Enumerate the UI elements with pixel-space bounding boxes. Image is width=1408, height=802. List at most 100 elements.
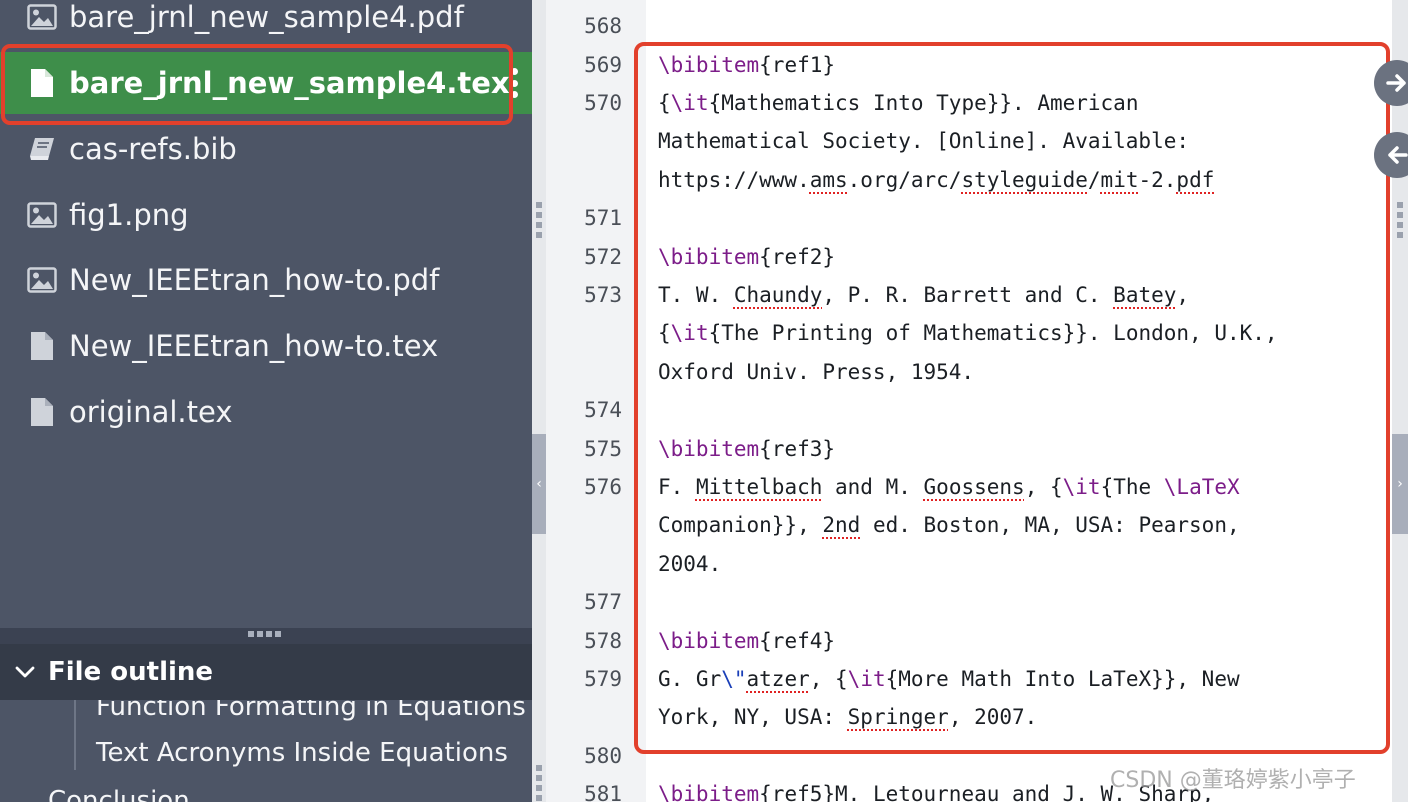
code-text: { [658,321,671,345]
file-label: bare_jrnl_new_sample4.pdf [69,0,464,34]
drag-handle-icon [536,765,542,801]
code-line: Oxford Univ. Press, 1954. [658,360,975,384]
file-item-ieeetran-pdf[interactable]: New_IEEEtran_how-to.pdf [0,249,532,311]
code-text: {More Math Into LaTeX}}, New [885,667,1240,691]
code-text: {Mathematics Into Type}}. American [708,91,1139,115]
code-line: York, NY, USA: Springer, 2007. [658,705,1037,729]
code-text: , P. R. Barrett and C. [822,283,1114,307]
file-item-ieeetran-tex[interactable]: New_IEEEtran_how-to.tex [0,315,532,377]
code-text: , { [1024,475,1063,499]
image-file-icon [27,200,57,230]
file-label: New_IEEEtran_how-to.tex [69,329,439,363]
line-number: 568 [584,14,622,38]
outline-item-conclusion[interactable]: Conclusion [48,786,190,802]
drag-handle-icon [248,631,284,637]
line-number: 579 [584,667,622,691]
drag-handle-icon [1397,202,1403,238]
file-item-original-tex[interactable]: original.tex [0,381,532,443]
latex-command: \bibitem [658,629,760,653]
code-text: {The [1100,475,1164,499]
code-text: {The Printing of Mathematics}}. London, … [708,321,1278,345]
code-text: {ref4} [759,629,836,653]
code-line: Mathematical Society. [Online]. Availabl… [658,129,1190,153]
spelling-error[interactable]: Batey [1113,283,1176,307]
file-label: cas-refs.bib [69,132,237,166]
code-text: https://www. [658,168,810,192]
document-file-icon [27,68,57,98]
line-number: 574 [584,398,622,422]
latex-command: \" [721,667,747,691]
code-text: , { [809,667,848,691]
drag-handle-icon [536,202,542,238]
code-line: F. Mittelbach and M. Goossens, {\it{The … [658,475,1240,499]
code-text: G. Gr [658,667,722,691]
file-outline-header[interactable]: File outline [0,644,532,700]
spelling-error[interactable]: mit [1101,168,1139,192]
code-line: {\it{The Printing of Mathematics}}. Lond… [658,321,1278,345]
line-number: 575 [584,437,622,461]
sidebar-resizer[interactable] [532,0,546,802]
chevron-left-icon: ‹ [536,476,542,492]
file-outline-list: Function Formatting in Equations Text Ac… [0,700,532,802]
code-line: T. W. Chaundy, P. R. Barrett and C. Bate… [658,283,1189,307]
code-line: \bibitem{ref4} [658,629,835,653]
code-text: York, NY, USA: [658,705,848,729]
code-text: .org/arc/ [847,168,962,192]
code-text: {ref3} [759,437,836,461]
collapse-sidebar-button[interactable]: ‹ [532,434,546,534]
code-text: F. [658,475,696,499]
chevron-right-icon: › [1397,476,1403,492]
spelling-error[interactable]: Mittelbach [696,475,822,499]
file-label: New_IEEEtran_how-to.pdf [69,263,440,297]
file-item-fig1-png[interactable]: fig1.png [0,184,532,246]
line-number: 578 [584,629,622,653]
latex-command: \it [670,321,709,345]
file-label: original.tex [69,395,233,429]
code-text: and M. [822,475,924,499]
latex-command: \bibitem [658,53,760,77]
code-line: Companion}}, 2nd ed. Boston, MA, USA: Pe… [658,513,1240,537]
line-number: 569 [584,53,622,77]
spelling-error[interactable]: ams [810,168,848,192]
spelling-error[interactable]: styleguide [961,168,1087,192]
file-item-bare-jrnl-tex[interactable]: bare_jrnl_new_sample4.tex [0,52,532,114]
spelling-error[interactable]: Goossens [924,475,1025,499]
file-item-cas-refs-bib[interactable]: cas-refs.bib [0,118,532,180]
line-number: 571 [584,206,622,230]
more-options-icon[interactable] [510,68,518,98]
latex-command: \it [670,91,709,115]
code-text: , 2007. [948,705,1038,729]
collapse-preview-button[interactable]: › [1392,434,1408,534]
preview-resizer[interactable] [1392,0,1408,802]
code-line: \bibitem{ref2} [658,245,835,269]
outline-item-function-formatting[interactable]: Function Formatting in Equations [96,700,526,722]
spelling-error[interactable]: atzer [747,667,810,691]
spelling-error[interactable]: Springer [848,705,949,729]
code-line: https://www.ams.org/arc/styleguide/mit-2… [658,168,1214,192]
arrow-right-icon [1386,74,1406,92]
latex-command: \bibitem [658,782,760,802]
line-number: 577 [584,590,622,614]
code-editor[interactable]: 568 569 570 571 572 573 574 575 576 577 … [546,0,1392,802]
code-line: {\it{Mathematics Into Type}}. American [658,91,1138,115]
file-outline-title: File outline [48,657,214,687]
file-tree-sidebar: bare_jrnl_new_sample4.pdf bare_jrnl_new_… [0,0,532,802]
latex-command: \LaTeX [1163,475,1240,499]
pane-splitter[interactable] [0,628,532,644]
line-number: 570 [584,91,622,115]
line-number: 580 [584,744,622,768]
book-icon [27,134,57,164]
line-number: 576 [584,475,622,499]
file-label: bare_jrnl_new_sample4.tex [69,66,510,100]
line-number: 573 [584,283,622,307]
code-text: {ref1} [759,53,836,77]
latex-command: \it [1062,475,1101,499]
spelling-error[interactable]: pdf [1176,168,1214,192]
code-line: \bibitem{ref1} [658,53,835,77]
spelling-error[interactable]: Chaundy [734,283,823,307]
line-number: 581 [584,782,622,802]
outline-item-text-acronyms[interactable]: Text Acronyms Inside Equations [96,738,508,768]
file-item-bare-jrnl-pdf[interactable]: bare_jrnl_new_sample4.pdf [0,0,532,48]
image-file-icon [27,2,57,32]
spelling-error[interactable]: 2nd [822,513,860,537]
